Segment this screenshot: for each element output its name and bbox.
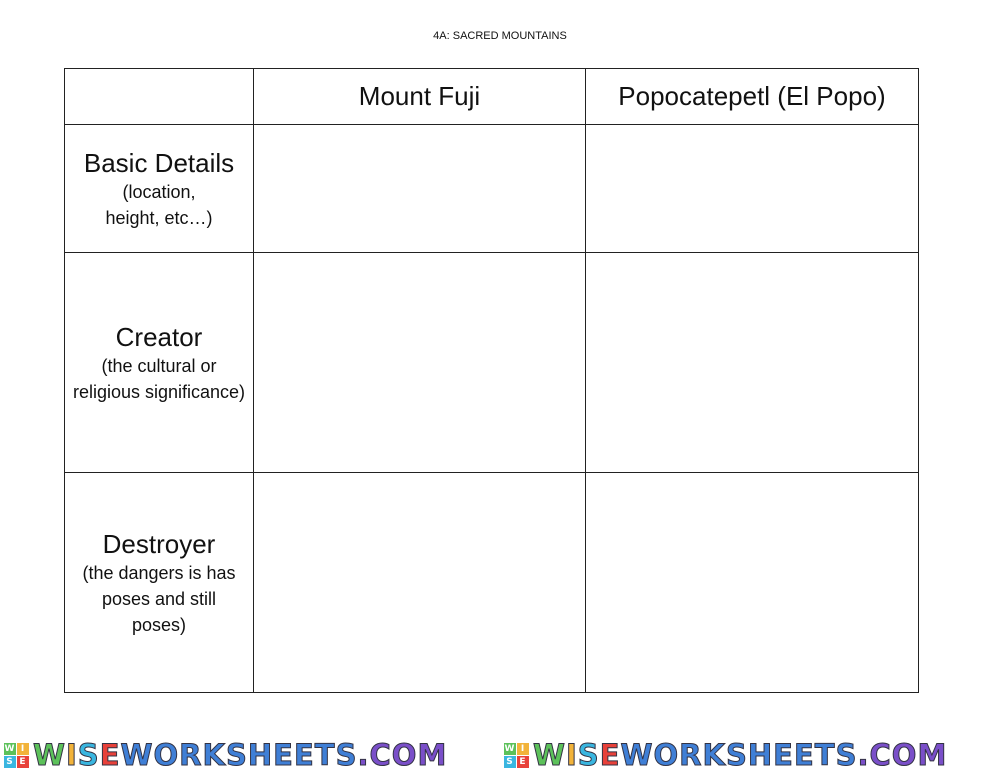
watermark-logo: W I S E WISEWORKSHEETS.COM [4, 738, 447, 772]
comparison-table: Mount Fuji Popocatepetl (El Popo) Basic … [64, 68, 919, 693]
answer-cell-popo-basic[interactable] [585, 124, 919, 253]
answer-cell-popo-destroyer[interactable] [585, 472, 919, 693]
header-popocatepetl: Popocatepetl (El Popo) [585, 68, 919, 125]
logo-badge-icon: WISE [4, 742, 29, 768]
header-mount-fuji: Mount Fuji [253, 68, 586, 125]
row-label: Destroyer [102, 528, 216, 559]
logo-text: WISEWORKSHEETS.COM [533, 738, 948, 772]
header-row: Mount Fuji Popocatepetl (El Popo) [64, 68, 919, 125]
logo-badge-icon: WISE [504, 742, 529, 768]
logo-text: WISEWORKSHEETS.COM [33, 738, 448, 772]
worksheet-title: 4A: SACRED MOUNTAINS [433, 30, 567, 42]
table-row: Creator (the cultural or religious signif… [64, 252, 919, 473]
answer-cell-fuji-destroyer[interactable] [253, 472, 586, 693]
row-header-creator: Creator (the cultural or religious signif… [64, 252, 254, 473]
row-label: Basic Details [83, 147, 235, 178]
table-row: Destroyer (the dangers is has poses and s… [64, 472, 919, 693]
row-header-basic-details: Basic Details (location, height, etc…) [64, 124, 254, 253]
row-header-destroyer: Destroyer (the dangers is has poses and s… [64, 472, 254, 693]
row-sublabel: (the dangers is has poses and still pose… [82, 562, 236, 635]
answer-cell-fuji-creator[interactable] [253, 252, 586, 473]
header-corner-cell [64, 68, 254, 125]
answer-cell-popo-creator[interactable] [585, 252, 919, 473]
watermark-logo: W I S E WISEWORKSHEETS.COM [504, 738, 947, 772]
table-row: Basic Details (location, height, etc…) [64, 124, 919, 253]
row-sublabel: (the cultural or religious significance) [72, 355, 246, 402]
row-sublabel: (location, height, etc…) [105, 181, 213, 228]
row-label: Creator [115, 321, 203, 352]
answer-cell-fuji-basic[interactable] [253, 124, 586, 253]
